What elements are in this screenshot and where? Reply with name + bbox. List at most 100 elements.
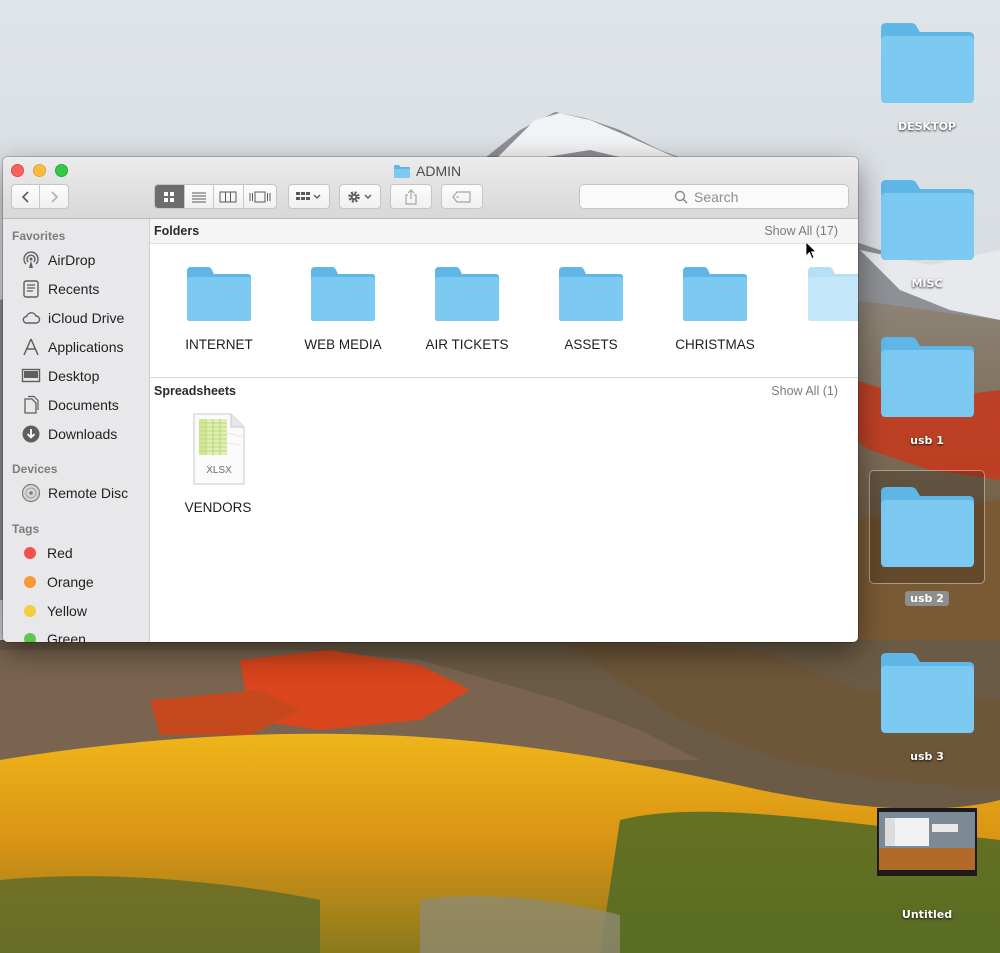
folder-icon	[881, 23, 974, 103]
sidebar: Favorites AirDrop Recents iCloud Drive A…	[3, 219, 150, 642]
folder-item-christmas[interactable]: CHRISTMAS	[653, 249, 777, 359]
gallery-view-button[interactable]	[244, 185, 276, 208]
fullscreen-button[interactable]	[55, 164, 68, 177]
list-icon	[191, 192, 206, 202]
sidebar-section-tags: Tags	[12, 522, 40, 536]
file-item-vendors[interactable]: XLSX VENDORS	[156, 409, 280, 519]
disc-icon	[20, 483, 41, 504]
sidebar-item-label: Applications	[48, 339, 124, 355]
show-all-folders-button[interactable]: Show All (17)	[764, 224, 838, 238]
tag-color-dot	[24, 605, 36, 617]
desktop-icon-label: usb 3	[910, 750, 944, 763]
search-field[interactable]	[579, 184, 849, 209]
sidebar-item-icloud-drive[interactable]: iCloud Drive	[20, 306, 148, 330]
applications-icon	[20, 337, 41, 358]
sidebar-item-label: iCloud Drive	[48, 310, 125, 326]
download-icon	[20, 424, 41, 445]
desktop-icon-label: usb 2	[905, 591, 949, 606]
chevron-left-icon	[21, 190, 29, 203]
search-input[interactable]	[694, 188, 754, 205]
sidebar-item-tag-green[interactable]: Green	[20, 627, 148, 642]
section-title: Spreadsheets	[154, 383, 236, 398]
folder-label: ASSETS	[564, 337, 618, 352]
navigation-buttons	[11, 184, 69, 209]
folder-icon	[311, 267, 375, 321]
sidebar-item-tag-orange[interactable]: Orange	[20, 570, 148, 594]
clock-icon	[20, 279, 41, 300]
folder-item-web-media[interactable]: WEB MEDIA	[281, 249, 405, 359]
desktop-icon-label: Untitled	[901, 908, 953, 921]
section-title: Folders	[154, 224, 200, 238]
sidebar-item-label: Downloads	[48, 426, 118, 442]
action-menu-button[interactable]	[339, 184, 381, 209]
folder-item-internet[interactable]: INTERNET	[157, 249, 281, 359]
folder-icon	[881, 180, 974, 260]
show-all-spreadsheets-button[interactable]: Show All (1)	[771, 384, 838, 398]
folder-icon	[394, 164, 410, 178]
desktop-icon	[20, 366, 41, 387]
tag-color-dot	[24, 547, 36, 559]
column-view-button[interactable]	[214, 185, 244, 208]
desktop-folder-usb-1[interactable]: usb 1	[867, 322, 987, 472]
sidebar-item-label: Red	[47, 545, 73, 561]
sidebar-section-favorites: Favorites	[12, 229, 66, 243]
sidebar-item-label: Remote Disc	[48, 485, 129, 501]
desktop-folder-usb-3[interactable]: usb 3	[867, 638, 987, 788]
desktop-icon-label-wrap: usb 2	[867, 591, 987, 606]
desktop-icon-label: DESKTOP	[897, 120, 956, 133]
folder-item-air-tickets[interactable]: AIR TICKETS	[405, 249, 529, 359]
sidebar-section-devices: Devices	[12, 462, 58, 476]
folder-icon	[881, 653, 974, 733]
folder-icon	[808, 267, 858, 321]
forward-button[interactable]	[40, 185, 68, 208]
group-by-button[interactable]	[288, 184, 330, 209]
sidebar-item-recents[interactable]: Recents	[20, 277, 148, 301]
tag-color-dot	[24, 576, 36, 588]
sidebar-item-label: Documents	[48, 397, 119, 413]
section-header-spreadsheets: Spreadsheets Show All (1)	[150, 378, 858, 403]
tag-icon	[452, 190, 471, 203]
search-icon	[674, 190, 688, 204]
grid-icon	[164, 191, 175, 202]
folder-label: WEB MEDIA	[304, 337, 382, 352]
screenshot-thumbnail-icon	[877, 808, 977, 876]
share-button[interactable]	[390, 184, 432, 209]
cover-flow-icon	[249, 191, 271, 202]
folder-icon	[881, 337, 974, 417]
folder-item-assets[interactable]: ASSETS	[529, 249, 653, 359]
close-button[interactable]	[11, 164, 24, 177]
sidebar-item-tag-yellow[interactable]: Yellow	[20, 599, 148, 623]
window-toolbar: ADMIN	[3, 157, 858, 219]
icon-view-button[interactable]	[155, 185, 185, 208]
sidebar-item-applications[interactable]: Applications	[20, 335, 148, 359]
minimize-button[interactable]	[33, 164, 46, 177]
sidebar-item-label: Desktop	[48, 368, 100, 384]
document-icon	[20, 395, 41, 416]
sidebar-item-airdrop[interactable]: AirDrop	[20, 248, 148, 272]
folder-icon	[683, 267, 747, 321]
edit-tags-button[interactable]	[441, 184, 483, 209]
finder-window: ADMIN Search Favorites AirDrop Recents i…	[3, 157, 858, 642]
folder-icon	[881, 487, 974, 567]
sidebar-item-remote-disc[interactable]: Remote Disc	[20, 481, 148, 505]
back-button[interactable]	[12, 185, 40, 208]
columns-icon	[219, 191, 237, 202]
desktop-folder-usb-2[interactable]: usb 2	[867, 468, 987, 618]
folder-label: CHRISTMAS	[675, 337, 755, 352]
desktop-folder-misc[interactable]: MISC	[867, 165, 987, 315]
sidebar-item-tag-red[interactable]: Red	[20, 541, 148, 565]
desktop-folder-desktop[interactable]: DESKTOP	[867, 8, 987, 158]
airdrop-icon	[20, 250, 41, 271]
desktop-file-untitled[interactable]: Untitled	[867, 798, 987, 948]
arrange-icon	[296, 191, 321, 200]
cloud-icon	[20, 308, 41, 329]
folder-icon	[435, 267, 499, 321]
file-browser-content: Folders Show All (17) INTERNET WEB MEDIA…	[150, 219, 858, 642]
sidebar-item-downloads[interactable]: Downloads	[20, 422, 148, 446]
sidebar-item-label: Recents	[48, 281, 100, 297]
list-view-button[interactable]	[185, 185, 215, 208]
chevron-right-icon	[51, 190, 59, 203]
sidebar-item-desktop[interactable]: Desktop	[20, 364, 148, 388]
sidebar-item-label: Green	[47, 631, 86, 642]
sidebar-item-documents[interactable]: Documents	[20, 393, 148, 417]
